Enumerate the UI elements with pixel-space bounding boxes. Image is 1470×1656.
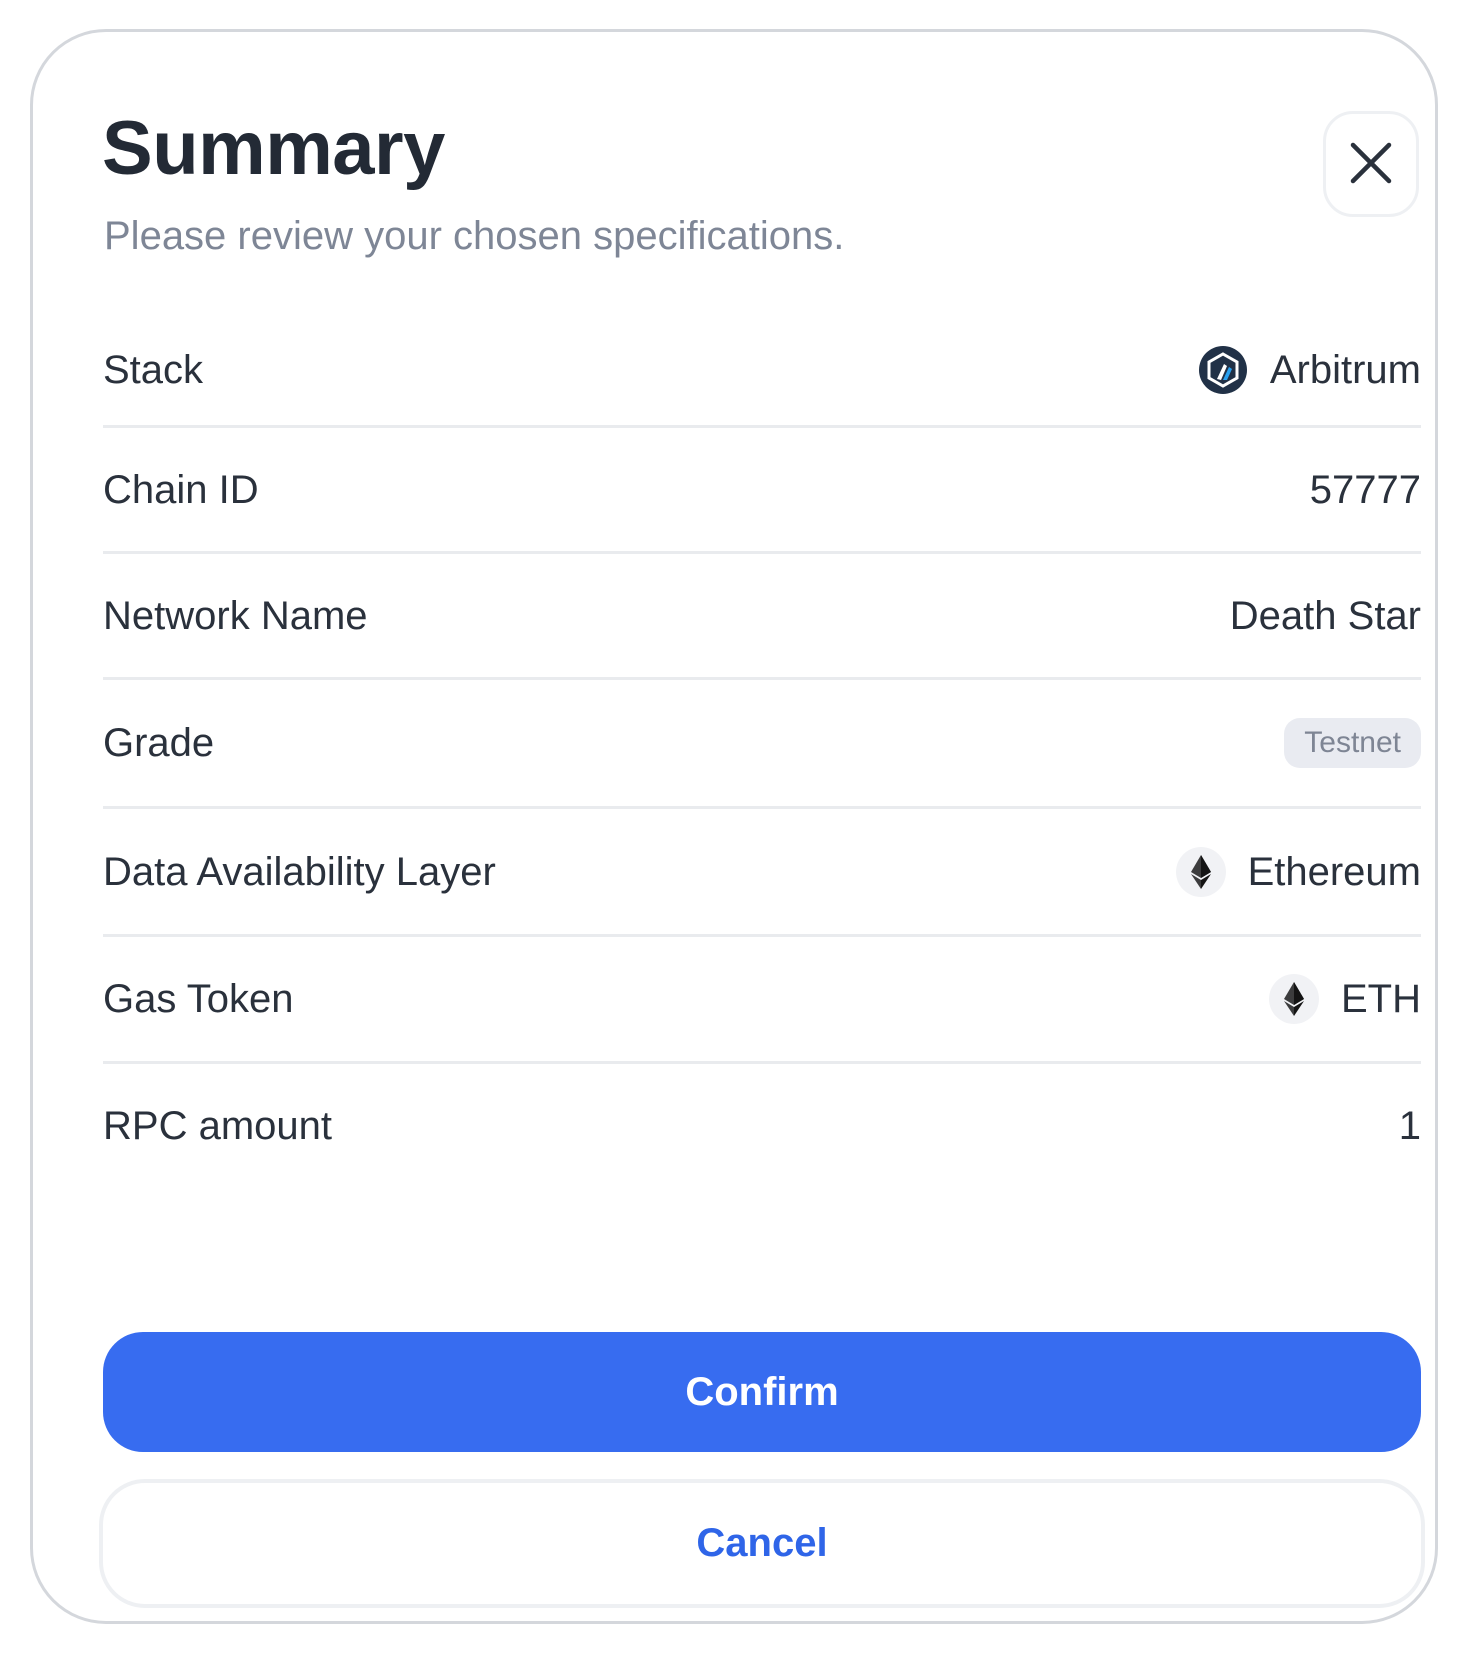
dialog-subtitle: Please review your chosen specifications… bbox=[104, 214, 845, 258]
close-icon bbox=[1348, 140, 1394, 189]
row-gas-token: Gas Token ETH bbox=[103, 937, 1421, 1064]
row-label-rpc-amount: RPC amount bbox=[103, 1104, 332, 1148]
row-label-gas-token: Gas Token bbox=[103, 977, 294, 1021]
summary-list: Stack Arbitrum Chain ID 57777 Network Na… bbox=[103, 314, 1421, 1188]
row-data-availability-layer: Data Availability Layer Ethereum bbox=[103, 809, 1421, 937]
ethereum-icon bbox=[1175, 846, 1226, 897]
row-label-chain-id: Chain ID bbox=[103, 467, 259, 512]
row-value-gas-token: ETH bbox=[1341, 977, 1421, 1021]
row-value-chain-id: 57777 bbox=[1309, 467, 1421, 512]
row-network-name: Network Name Death Star bbox=[103, 554, 1421, 680]
row-grade: Grade Testnet bbox=[103, 680, 1421, 809]
dialog-title: Summary bbox=[102, 106, 445, 191]
row-value-data-availability-layer: Ethereum bbox=[1247, 849, 1421, 894]
row-label-data-availability-layer: Data Availability Layer bbox=[103, 849, 496, 894]
confirm-button[interactable]: Confirm bbox=[103, 1332, 1421, 1452]
row-rpc-amount: RPC amount 1 bbox=[103, 1064, 1421, 1188]
row-label-network-name: Network Name bbox=[103, 593, 368, 638]
row-value-rpc-amount: 1 bbox=[1398, 1104, 1421, 1148]
ethereum-icon bbox=[1269, 974, 1319, 1024]
grade-badge: Testnet bbox=[1284, 718, 1421, 768]
row-chain-id: Chain ID 57777 bbox=[103, 428, 1421, 554]
cancel-button[interactable]: Cancel bbox=[99, 1479, 1425, 1608]
row-label-stack: Stack bbox=[103, 347, 204, 392]
row-value-network-name: Death Star bbox=[1229, 593, 1421, 638]
row-label-grade: Grade bbox=[103, 721, 215, 765]
row-value-stack: Arbitrum bbox=[1269, 347, 1421, 392]
arbitrum-logo-icon bbox=[1198, 345, 1248, 395]
summary-dialog: Summary Please review your chosen specif… bbox=[30, 29, 1438, 1624]
close-button[interactable] bbox=[1323, 111, 1419, 217]
row-stack: Stack Arbitrum bbox=[103, 314, 1421, 428]
